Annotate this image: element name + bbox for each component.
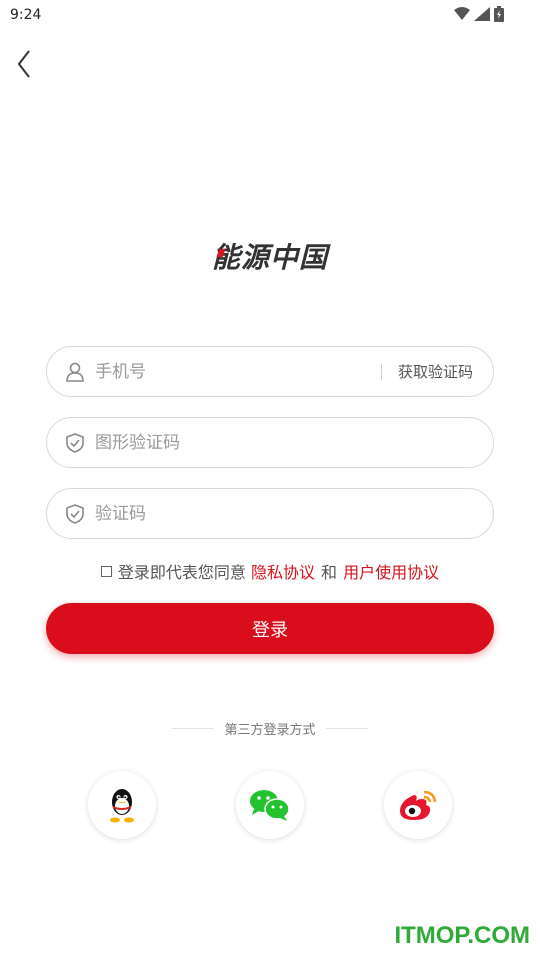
- login-button[interactable]: 登录: [46, 603, 494, 654]
- phone-field: 获取验证码: [46, 346, 494, 397]
- shield-check-icon: [65, 503, 85, 524]
- wechat-icon: [250, 790, 290, 821]
- wechat-login-button[interactable]: [236, 771, 304, 839]
- phone-input[interactable]: [95, 361, 381, 382]
- captcha-input[interactable]: [95, 432, 493, 453]
- weibo-icon: [400, 790, 437, 820]
- third-party-section-title: 第三方登录方式: [0, 719, 540, 738]
- field-divider: [380, 363, 382, 380]
- signal-icon: [474, 7, 490, 21]
- qq-login-button[interactable]: [88, 771, 156, 839]
- divider-line: [325, 728, 368, 729]
- privacy-link[interactable]: 隐私协议: [251, 563, 315, 582]
- shield-check-icon: [65, 432, 85, 453]
- status-bar: 9:24: [0, 0, 540, 30]
- captcha-field: [46, 417, 494, 468]
- qq-icon: [110, 789, 134, 823]
- divider-line: [172, 728, 215, 729]
- agreement-checkbox[interactable]: [100, 566, 112, 577]
- get-code-button[interactable]: 获取验证码: [398, 361, 473, 382]
- agreement-and: 和: [321, 563, 338, 582]
- sms-code-field: [46, 488, 494, 539]
- agreement-text: 登录即代表您同意: [117, 563, 246, 582]
- wifi-icon: [454, 7, 470, 20]
- battery-icon: [494, 6, 504, 22]
- status-icons: [454, 6, 504, 22]
- user-icon: [65, 362, 85, 382]
- chevron-left-icon: [17, 50, 30, 78]
- back-button[interactable]: [10, 46, 38, 82]
- third-party-title: 第三方登录方式: [224, 723, 316, 738]
- app-logo: 能源中国: [211, 241, 328, 274]
- sms-code-input[interactable]: [95, 503, 493, 524]
- terms-link[interactable]: 用户使用协议: [343, 563, 439, 582]
- status-time: 9:24: [10, 7, 42, 23]
- agreement-row: 登录即代表您同意 隐私协议和用户使用协议: [0, 559, 540, 583]
- watermark: ITMOP.COM: [394, 922, 530, 949]
- weibo-login-button[interactable]: [384, 771, 452, 839]
